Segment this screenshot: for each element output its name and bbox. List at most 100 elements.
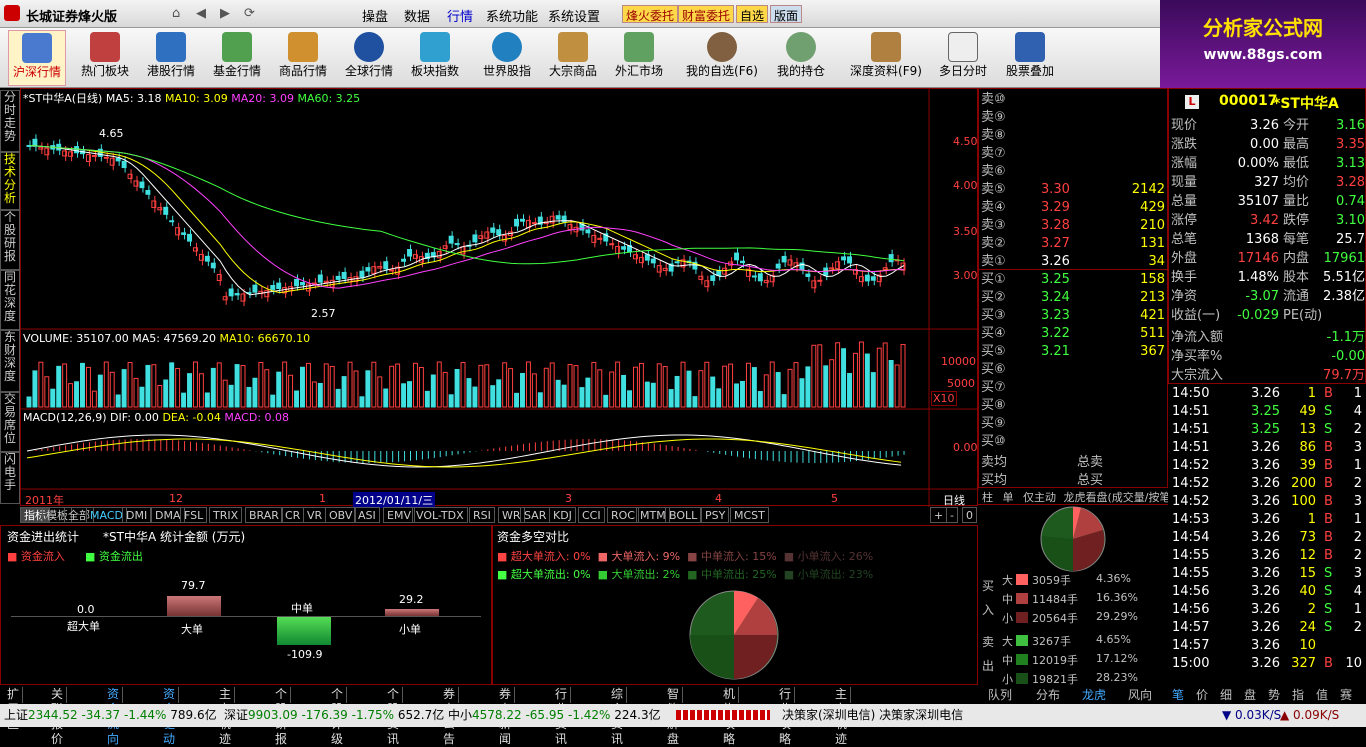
tab-queue[interactable]: 队列 [988, 686, 1012, 703]
sell-level-price[interactable]: 3.28 [1041, 217, 1070, 235]
indicator-tab-6[interactable]: FSL [180, 507, 208, 523]
indicator-tab-15[interactable]: RSI [469, 507, 495, 523]
tab-momentum[interactable]: 势 [1268, 686, 1280, 703]
zoom-out-button[interactable]: - [946, 507, 958, 523]
bottom-tab-1[interactable]: 关联报价 [48, 687, 68, 746]
menu-settings[interactable]: 系统设置 [548, 6, 600, 25]
bottom-tab-2[interactable]: 资金流向 [104, 687, 124, 746]
buy-level-price[interactable]: 3.25 [1041, 271, 1070, 289]
buy-level-price[interactable]: 3.22 [1041, 325, 1070, 343]
sz-index[interactable]: 深证9903.09 -176.39 -1.75% 652.7亿 [224, 704, 444, 726]
toolbar-world-index[interactable]: 世界股指 [478, 30, 536, 86]
toolbar-my-watchlist[interactable]: 我的自选(F6) [682, 30, 762, 86]
ob-tab-single[interactable]: 单 [1003, 491, 1014, 504]
back-icon[interactable]: ◀ [196, 6, 206, 21]
tab-seats[interactable]: 交易席位 [0, 392, 20, 452]
refresh-icon[interactable]: ⟳ [244, 6, 255, 21]
indicator-tab-12[interactable]: ASI [354, 507, 380, 523]
layout-button[interactable]: 版面 [770, 5, 803, 23]
forward-icon[interactable]: ▶ [220, 6, 230, 21]
tab-race[interactable]: 赛 [1340, 686, 1352, 703]
bottom-tab-13[interactable]: 机构攻略 [720, 687, 740, 746]
tab-index[interactable]: 指 [1292, 686, 1304, 703]
caifu-order-button[interactable]: 财富委托 [678, 5, 735, 23]
sell-level-price[interactable]: 3.29 [1041, 199, 1070, 217]
tab-price[interactable]: 价 [1196, 686, 1208, 703]
tab-trend[interactable]: 风向 [1128, 686, 1152, 703]
toolbar-hot-sector[interactable]: 热门板块 [76, 30, 134, 86]
kline-panel[interactable]: *ST中华A(日线) MA5: 3.18 MA10: 3.09 MA20: 3.… [20, 88, 979, 508]
toolbar-depth[interactable]: 深度资料(F9) [846, 30, 926, 86]
bottom-tab-12[interactable]: 智能解盘 [664, 687, 684, 746]
bottom-tab-14[interactable]: 行业攻略 [776, 687, 796, 746]
bottom-tab-0[interactable]: 扩展区 [4, 687, 24, 731]
period-label[interactable]: 日线 [943, 492, 965, 508]
tab-book[interactable]: 盘 [1244, 686, 1256, 703]
toolbar-bulk[interactable]: 大宗商品 [544, 30, 602, 86]
tab-distribution[interactable]: 分布 [1036, 686, 1060, 703]
zoom-in-button[interactable]: + [930, 507, 948, 523]
toolbar-global[interactable]: 全球行情 [340, 30, 398, 86]
toolbar-my-position[interactable]: 我的持仓 [770, 30, 832, 86]
bottom-tab-9[interactable]: 券商新闻 [496, 687, 516, 746]
bottom-tab-10[interactable]: 行业资讯 [552, 687, 572, 746]
indicator-tab-8[interactable]: BRAR [245, 507, 283, 523]
buy-level-price[interactable]: 3.24 [1041, 289, 1070, 307]
watchlist-button[interactable]: 自选 [736, 5, 769, 23]
tab-dc-depth[interactable]: 东财深度 [0, 330, 20, 392]
home-icon[interactable]: ⌂ [172, 6, 180, 21]
menu-data[interactable]: 数据 [404, 6, 430, 25]
bottom-tab-5[interactable]: 个股研报 [272, 687, 292, 746]
zx-index[interactable]: 中小4578.22 -65.95 -1.42% 224.3亿 [448, 704, 661, 726]
sell-level-price[interactable]: 3.27 [1041, 235, 1070, 253]
tab-value[interactable]: 值 [1316, 686, 1328, 703]
indicator-tab-20[interactable]: ROC [607, 507, 639, 523]
buy-level-price[interactable]: 3.23 [1041, 307, 1070, 325]
news-ticker[interactable]: 决策家(深圳电信) 决策家深圳电信 [782, 704, 963, 726]
bottom-tab-15[interactable]: 主力轨迹 [832, 687, 852, 746]
indicator-tab-3[interactable]: MACD [86, 507, 127, 523]
menu-quote[interactable]: 行情 [447, 6, 473, 25]
toolbar-hk[interactable]: 港股行情 [142, 30, 200, 86]
indicator-tab-10[interactable]: VR [303, 507, 327, 523]
menu-system[interactable]: 系统功能 [486, 6, 538, 25]
ob-tab-bar[interactable]: 柱 [982, 491, 993, 504]
buy-level-price[interactable]: 3.21 [1041, 343, 1070, 361]
indicator-tab-11[interactable]: OBV [325, 507, 357, 523]
tab-ths-depth[interactable]: 同花深度 [0, 270, 20, 330]
toolbar-forex[interactable]: 外汇市场 [610, 30, 668, 86]
indicator-tab-4[interactable]: DMI [122, 507, 152, 523]
bottom-tab-8[interactable]: 券商公告 [440, 687, 460, 746]
ob-tab-dragon[interactable]: 龙虎看盘(成交量/按笔) [1064, 491, 1175, 504]
bottom-tab-11[interactable]: 综合资讯 [608, 687, 628, 746]
sell-level-price[interactable]: 3.30 [1041, 181, 1070, 199]
tab-dragon[interactable]: 龙虎 [1082, 686, 1106, 703]
indicator-tab-22[interactable]: BOLL [665, 507, 702, 523]
toolbar-sector-index[interactable]: 板块指数 [406, 30, 464, 86]
toolbar-overlay[interactable]: 股票叠加 [1000, 30, 1060, 86]
indicator-tab-9[interactable]: CR [281, 507, 305, 523]
indicator-tab-18[interactable]: KDJ [549, 507, 576, 523]
toolbar-fund[interactable]: 基金行情 [208, 30, 266, 86]
indicator-tab-7[interactable]: TRIX [209, 507, 243, 523]
fenghuo-order-button[interactable]: 烽火委托 [622, 5, 679, 23]
toolbar-multiday[interactable]: 多日分时 [934, 30, 992, 86]
toolbar-hushen[interactable]: 沪深行情 [8, 30, 66, 86]
indicator-tab-19[interactable]: CCI [578, 507, 605, 523]
tab-flash[interactable]: 闪电手 [0, 452, 20, 504]
indicator-tab-24[interactable]: MCST [730, 507, 769, 523]
indicator-tab-17[interactable]: SAR [520, 507, 551, 523]
toolbar-commodity[interactable]: 商品行情 [274, 30, 332, 86]
tab-technical[interactable]: 技术分析 [0, 152, 20, 210]
indicator-tab-23[interactable]: PSY [701, 507, 730, 523]
ob-tab-active[interactable]: 仅主动 [1023, 491, 1056, 504]
bottom-tab-4[interactable]: 主力轨迹 [216, 687, 236, 746]
indicator-tab-14[interactable]: VOL-TDX [412, 507, 468, 523]
tab-detail[interactable]: 细 [1220, 686, 1232, 703]
zoom-reset-button[interactable]: 0 [962, 507, 977, 523]
bottom-tab-3[interactable]: 资金驱动 [160, 687, 180, 746]
tab-intraday[interactable]: 分时走势 [0, 90, 20, 152]
bottom-tab-7[interactable]: 个股资讯 [384, 687, 404, 746]
tab-tick[interactable]: 笔 [1172, 686, 1184, 703]
bottom-tab-6[interactable]: 个股评级 [328, 687, 348, 746]
